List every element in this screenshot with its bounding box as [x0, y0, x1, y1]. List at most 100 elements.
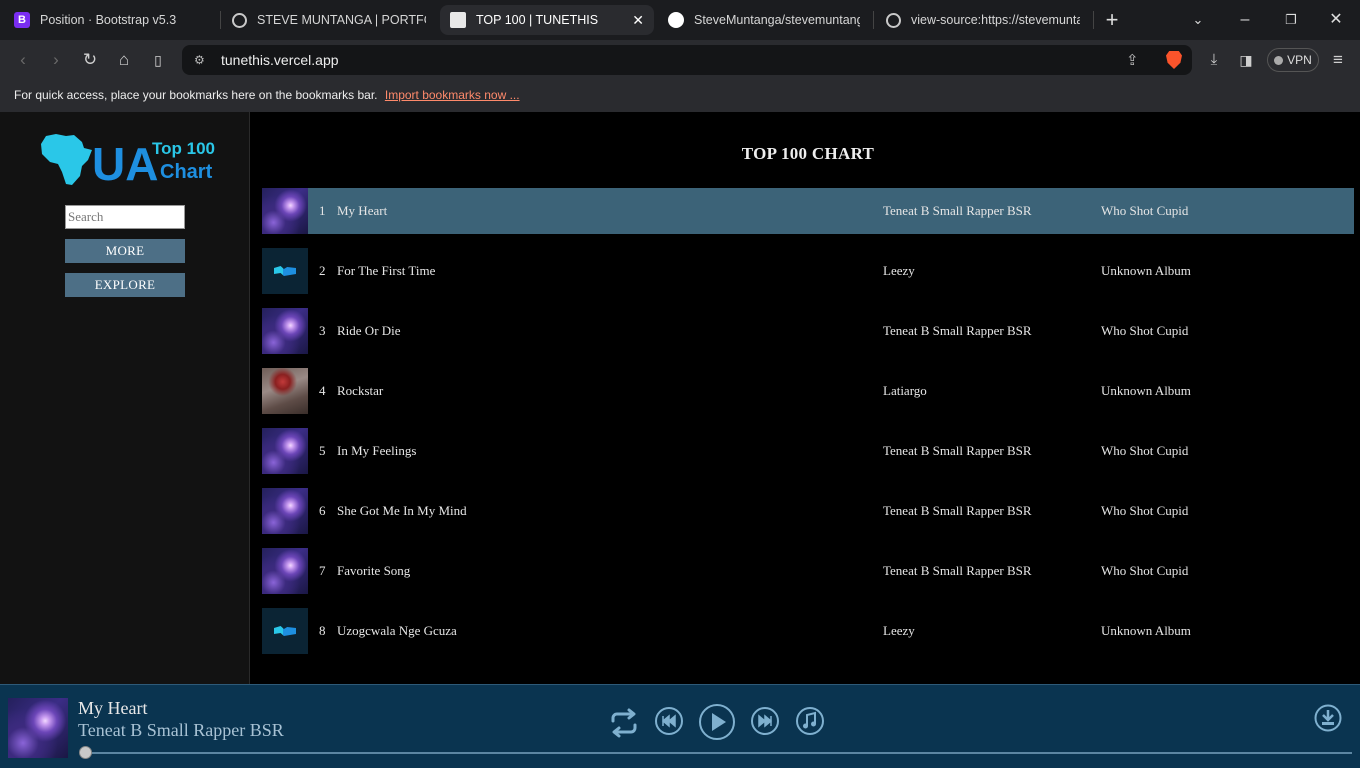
reload-icon[interactable]: ↻: [80, 50, 100, 70]
page-title: TOP 100 CHART: [741, 144, 875, 163]
site-settings-icon[interactable]: ⚙: [194, 53, 208, 67]
music-player: My Heart Teneat B Small Rapper BSR: [0, 684, 1360, 768]
url-text[interactable]: tunethis.vercel.app: [221, 52, 339, 68]
track-album: Unknown Album: [1101, 383, 1191, 398]
track-number: 1: [319, 203, 326, 218]
vpn-label: VPN: [1287, 53, 1312, 67]
track-artist: Leezy: [883, 623, 915, 638]
track-album: Who Shot Cupid: [1101, 563, 1189, 578]
track-row[interactable]: 8 Uzogcwala Nge Gcuza Leezy Unknown Album: [262, 608, 1354, 654]
tab-bootstrap[interactable]: B Position · Bootstrap v5.3: [4, 5, 218, 35]
close-window-icon[interactable]: ✕: [1326, 10, 1346, 30]
download-icon[interactable]: [1314, 704, 1342, 732]
track-title: She Got Me In My Mind: [337, 503, 467, 518]
track-artwork: [262, 368, 308, 414]
globe-icon: [232, 12, 247, 28]
track-album: Who Shot Cupid: [1101, 503, 1189, 518]
bookmarks-bar: For quick access, place your bookmarks h…: [0, 80, 1360, 112]
download-icon[interactable]: ⤓: [1204, 50, 1224, 70]
next-icon[interactable]: [750, 706, 780, 736]
github-icon: [668, 12, 684, 28]
globe-icon: [886, 12, 901, 28]
track-number: 6: [319, 503, 326, 518]
browser-tab-bar: B Position · Bootstrap v5.3 STEVE MUNTAN…: [0, 0, 1360, 40]
now-playing-title: My Heart: [78, 698, 148, 718]
now-playing-artist: Teneat B Small Rapper BSR: [78, 720, 284, 740]
brave-shields-icon[interactable]: [1166, 51, 1182, 69]
track-number: 2: [319, 263, 326, 278]
sidebar-toggle-icon[interactable]: ◨: [1236, 50, 1256, 70]
tab-search-chevron-icon[interactable]: ⌄: [1188, 10, 1208, 30]
close-icon[interactable]: ✕: [624, 12, 644, 29]
track-artwork: [262, 188, 308, 234]
forward-icon[interactable]: ›: [46, 50, 66, 70]
music-note-icon[interactable]: [795, 706, 825, 736]
back-icon[interactable]: ‹: [13, 50, 33, 70]
track-artist: Leezy: [883, 263, 915, 278]
track-row[interactable]: 5 In My Feelings Teneat B Small Rapper BSR…: [262, 428, 1354, 474]
vpn-status-icon: [1274, 55, 1284, 65]
track-artist: Teneat B Small Rapper BSR: [883, 203, 1032, 218]
track-row[interactable]: 3 Ride Or Die Teneat B Small Rapper BSR Who…: [262, 308, 1354, 354]
site-logo[interactable]: UA Top 100 Chart: [40, 132, 215, 188]
track-row[interactable]: 1 My Heart Teneat B Small Rapper BSR Who Sh…: [262, 188, 1354, 234]
now-playing-artwork: [8, 698, 68, 758]
tab-view-source[interactable]: view-source:https://stevemuntang: [876, 5, 1090, 35]
track-artist: Teneat B Small Rapper BSR: [883, 443, 1032, 458]
track-number: 5: [319, 443, 326, 458]
track-album: Who Shot Cupid: [1101, 443, 1189, 458]
site-icon: [450, 12, 466, 28]
logo-line2: Chart: [160, 161, 213, 183]
track-artwork: [262, 428, 308, 474]
menu-icon[interactable]: ≡: [1328, 50, 1348, 70]
track-row[interactable]: 6 She Got Me In My Mind Teneat B Small Rap…: [262, 488, 1354, 534]
previous-icon[interactable]: [654, 706, 684, 736]
new-tab-icon[interactable]: +: [1102, 9, 1122, 31]
track-title: Uzogcwala Nge Gcuza: [337, 623, 457, 638]
share-icon[interactable]: ⇪: [1126, 51, 1139, 69]
tab-title: TOP 100 | TUNETHIS: [476, 13, 599, 27]
track-artist: Teneat B Small Rapper BSR: [883, 503, 1032, 518]
track-album: Who Shot Cupid: [1101, 203, 1189, 218]
bookmarks-hint: For quick access, place your bookmarks h…: [14, 88, 520, 102]
play-icon[interactable]: [698, 703, 736, 741]
sidebar: UA Top 100 Chart MORE EXPLORE: [0, 112, 250, 684]
track-album: Unknown Album: [1101, 263, 1191, 278]
home-icon[interactable]: ⌂: [114, 50, 134, 70]
mini-logo-icon: [274, 266, 296, 276]
track-artwork: [262, 488, 308, 534]
track-number: 7: [319, 563, 326, 578]
tab-divider: [873, 11, 874, 29]
track-row[interactable]: 4 Rockstar Latiargo Unknown Album: [262, 368, 1354, 414]
track-number: 4: [319, 383, 326, 398]
tab-divider: [220, 11, 221, 29]
vpn-button[interactable]: VPN: [1267, 48, 1319, 72]
explore-button[interactable]: EXPLORE: [65, 273, 185, 297]
track-artwork: [262, 608, 308, 654]
bookmark-icon[interactable]: ▯: [148, 50, 168, 70]
tab-github[interactable]: SteveMuntanga/stevemuntanga: [658, 5, 870, 35]
minimize-icon[interactable]: –: [1235, 10, 1255, 30]
track-row[interactable]: 2 For The First Time Leezy Unknown Album: [262, 248, 1354, 294]
tab-portfolio[interactable]: STEVE MUNTANGA | PORTFOLIO: [222, 5, 436, 35]
import-bookmarks-link[interactable]: Import bookmarks now ...: [385, 88, 520, 102]
address-bar[interactable]: ⚙ tunethis.vercel.app ⇪: [182, 45, 1192, 75]
bookmarks-hint-text: For quick access, place your bookmarks h…: [14, 88, 378, 102]
track-number: 8: [319, 623, 326, 638]
tab-title: STEVE MUNTANGA | PORTFOLIO: [257, 13, 426, 27]
progress-track[interactable]: [85, 752, 1352, 754]
tab-title: SteveMuntanga/stevemuntanga: [694, 13, 860, 27]
search-input[interactable]: [65, 205, 185, 229]
progress-slider-handle[interactable]: [79, 746, 92, 759]
track-title: For The First Time: [337, 263, 436, 278]
tab-divider: [1093, 11, 1094, 29]
restore-icon[interactable]: ❐: [1281, 10, 1301, 30]
track-album: Who Shot Cupid: [1101, 323, 1189, 338]
tab-tunethis[interactable]: TOP 100 | TUNETHIS ✕: [440, 5, 654, 35]
track-row[interactable]: 7 Favorite Song Teneat B Small Rapper BSR W…: [262, 548, 1354, 594]
track-artwork: [262, 308, 308, 354]
repeat-icon[interactable]: [607, 706, 641, 740]
main-content: TOP 100 CHART 1 My Heart Teneat B Small Ra…: [251, 112, 1360, 684]
more-button[interactable]: MORE: [65, 239, 185, 263]
africa-map-icon: [41, 134, 92, 185]
